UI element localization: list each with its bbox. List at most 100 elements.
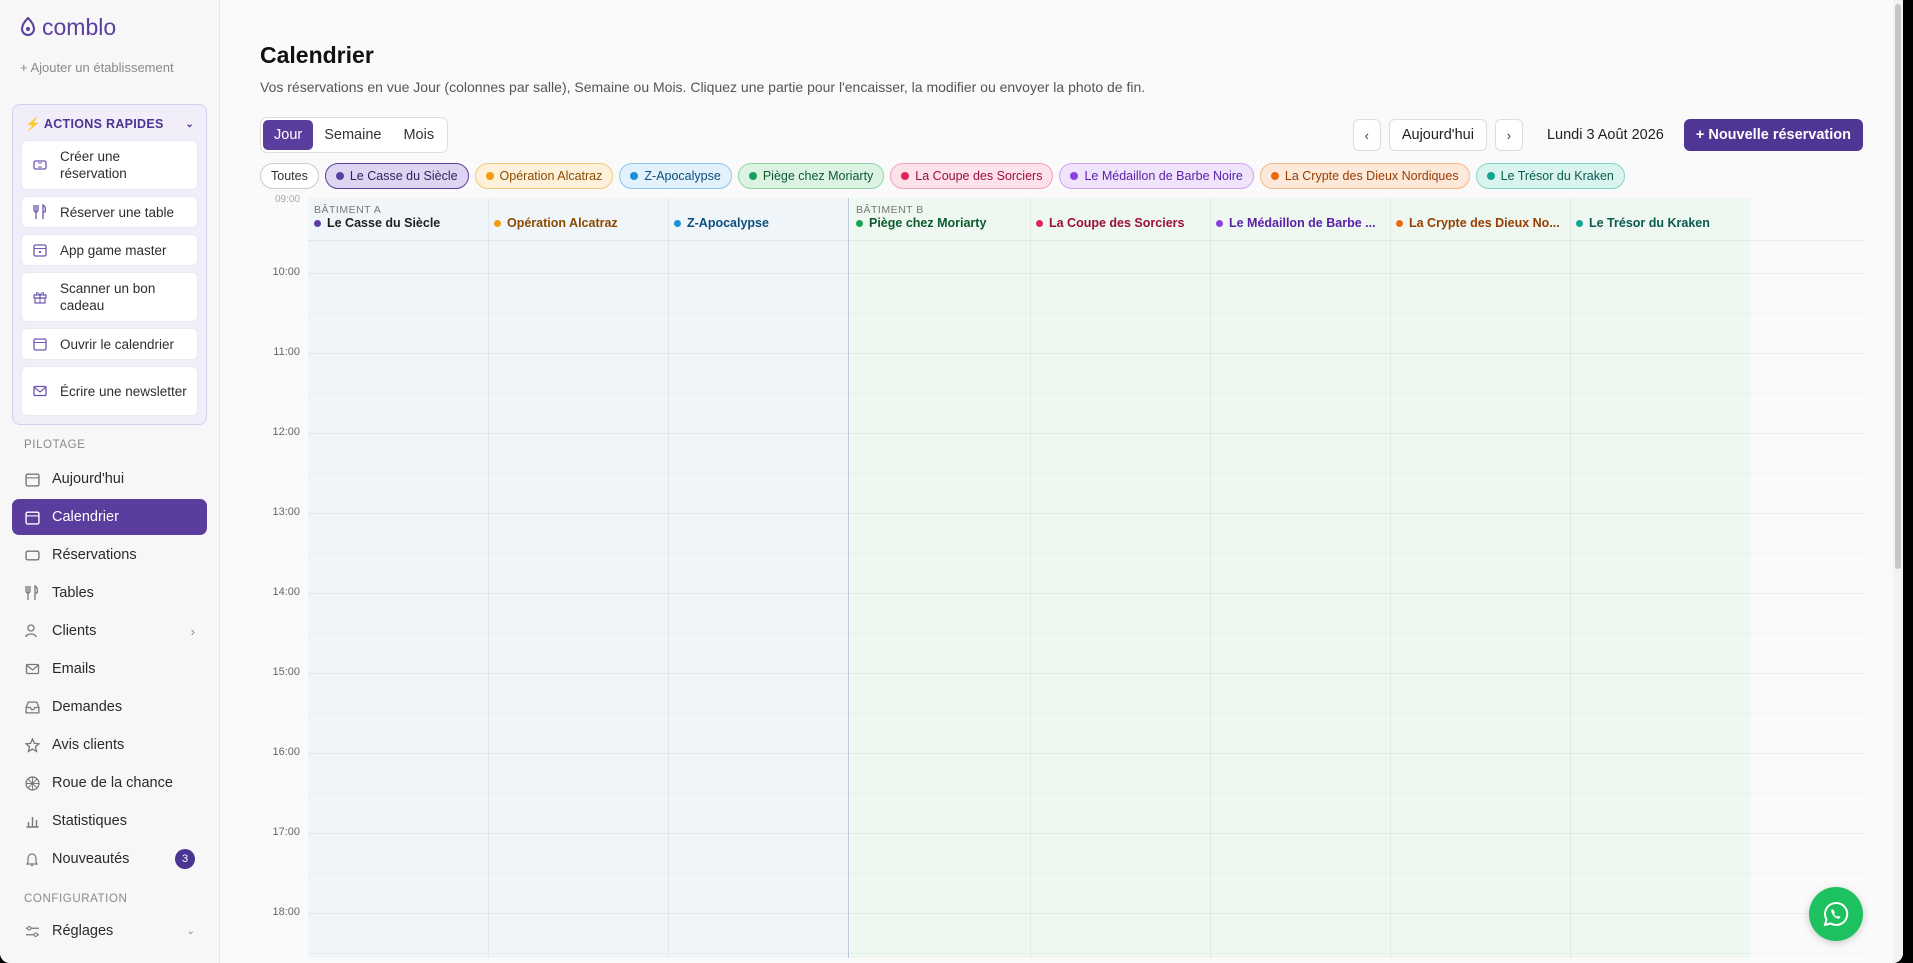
room-column-divider [1210, 198, 1211, 958]
room-column-header[interactable]: Le Médaillon de Barbe ... [1216, 216, 1386, 230]
room-column-label: Le Trésor du Kraken [1589, 216, 1710, 230]
filter-chip-room[interactable]: La Crypte des Dieux Nordiques [1259, 163, 1470, 189]
quick-action-scan-gift[interactable]: Scanner un bon cadeau [21, 272, 198, 322]
room-column-label: Piège chez Moriarty [869, 216, 987, 230]
page-scrollbar[interactable] [1893, 0, 1903, 963]
room-column-header[interactable]: Piège chez Moriarty [856, 216, 1026, 230]
room-column-divider [668, 198, 669, 958]
nav-item-reservations[interactable]: Réservations [12, 537, 207, 573]
hour-label: 12:00 [272, 426, 300, 438]
hour-label: 17:00 [272, 826, 300, 838]
bell-icon [24, 851, 40, 867]
room-color-dot [494, 219, 501, 227]
whatsapp-chat-button[interactable] [1809, 887, 1863, 941]
view-tab-month[interactable]: Mois [392, 120, 445, 150]
filter-chip-room[interactable]: Le Casse du Siècle [324, 163, 469, 189]
half-hour-gridline [308, 633, 1863, 634]
filter-chip-room[interactable]: La Coupe des Sorciers [890, 163, 1054, 189]
bar-chart-icon [24, 813, 40, 829]
filter-chip-room[interactable]: Piège chez Moriarty [737, 163, 885, 189]
room-column-divider [1390, 198, 1391, 958]
brand-logo[interactable]: comblo [12, 0, 207, 54]
half-hour-gridline [308, 953, 1863, 954]
nav-item-reviews[interactable]: Avis clients [12, 727, 207, 763]
room-color-dot [1216, 219, 1223, 227]
hour-label: 14:00 [272, 586, 300, 598]
ticket-icon [32, 157, 48, 173]
filter-chip-room[interactable]: Opération Alcatraz [474, 163, 614, 189]
room-color-dot [1486, 172, 1495, 180]
half-hour-gridline [308, 713, 1863, 714]
room-column-label: Z-Apocalypse [687, 216, 769, 230]
chevron-down-icon: ⌄ [186, 925, 195, 937]
room-column-header[interactable]: Le Trésor du Kraken [1576, 216, 1746, 230]
room-column-header[interactable]: Opération Alcatraz [494, 216, 664, 230]
nav-label: Clients [52, 623, 97, 639]
nav-label: Réservations [52, 547, 137, 563]
nav-item-requests[interactable]: Demandes [12, 689, 207, 725]
nav-item-tables[interactable]: Tables [12, 575, 207, 611]
quick-action-label: Créer une réservation [60, 149, 127, 181]
hour-label: 13:00 [272, 506, 300, 518]
hour-label: 10:00 [272, 266, 300, 278]
building-a-column-group: BÂTIMENT A Le Casse du Siècle Opération A… [308, 198, 849, 958]
hour-label: 11:00 [273, 346, 300, 358]
quick-action-open-calendar[interactable]: Ouvrir le calendrier [21, 328, 198, 360]
nav-item-clients[interactable]: Clients › [12, 613, 207, 649]
quick-action-game-master[interactable]: App game master [21, 234, 198, 266]
scrollbar-thumb[interactable] [1895, 4, 1901, 569]
nav-item-wheel[interactable]: Roue de la chance [12, 765, 207, 801]
filter-chip-all[interactable]: Toutes [260, 163, 319, 189]
prev-day-button[interactable]: ‹ [1352, 119, 1381, 151]
room-column-divider [1570, 198, 1571, 958]
quick-actions-header[interactable]: ⚡ ACTIONS RAPIDES ⌄ [21, 113, 198, 135]
room-column-header[interactable]: La Crypte des Dieux No... [1396, 216, 1566, 230]
half-hour-gridline [308, 793, 1863, 794]
room-column-label: La Coupe des Sorciers [1049, 216, 1185, 230]
new-reservation-button[interactable]: + Nouvelle réservation [1683, 119, 1863, 151]
today-button[interactable]: Aujourd'hui [1388, 119, 1487, 151]
section-title-pilotage: PILOTAGE [24, 439, 86, 451]
calendar-icon [24, 471, 40, 487]
room-column-header[interactable]: Z-Apocalypse [674, 216, 844, 230]
section-title-config: CONFIGURATION [24, 893, 128, 905]
quick-action-newsletter[interactable]: Écrire une newsletter [21, 366, 198, 416]
hour-gridline [308, 513, 1863, 514]
hour-gridline [308, 273, 1863, 274]
nav-item-news[interactable]: Nouveautés 3 [12, 841, 207, 877]
filter-chip-room[interactable]: Z-Apocalypse [619, 163, 732, 189]
date-navigation: ‹ Aujourd'hui › Lundi 3 Août 2026 + Nouv… [1352, 119, 1863, 151]
room-column-header[interactable]: La Coupe des Sorciers [1036, 216, 1206, 230]
calendar-toolbar: Jour Semaine Mois ‹ Aujourd'hui › Lundi … [260, 117, 1863, 153]
news-count-badge: 3 [175, 849, 195, 869]
quick-action-book-table[interactable]: Réserver une table [21, 196, 198, 228]
nav-item-emails[interactable]: Emails [12, 651, 207, 687]
add-establishment-link[interactable]: + Ajouter un établissement [12, 54, 207, 82]
room-column-divider [488, 198, 489, 958]
quick-action-label: Réserver une table [60, 204, 175, 220]
next-day-button[interactable]: › [1494, 119, 1523, 151]
nav-label: Nouveautés [52, 851, 130, 867]
filter-chip-room[interactable]: Le Trésor du Kraken [1475, 163, 1625, 189]
header-divider [308, 240, 1863, 241]
room-column-label: Le Casse du Siècle [327, 216, 441, 230]
filter-chip-room[interactable]: Le Médaillon de Barbe Noire [1059, 163, 1254, 189]
whatsapp-icon [1823, 901, 1849, 927]
mail-icon [32, 383, 48, 399]
half-hour-gridline [308, 873, 1863, 874]
view-tab-day[interactable]: Jour [263, 120, 314, 150]
nav-label: Avis clients [52, 737, 125, 753]
nav-item-today[interactable]: Aujourd'hui [12, 461, 207, 497]
building-a-label: BÂTIMENT A [314, 204, 382, 216]
quick-action-label: Écrire une newsletter [60, 383, 187, 399]
nav-item-calendar[interactable]: Calendrier [12, 499, 207, 535]
utensils-icon [32, 204, 48, 220]
view-tab-week[interactable]: Semaine [313, 120, 392, 150]
quick-action-create-booking[interactable]: Créer une réservation [21, 140, 198, 190]
hour-gridline [308, 353, 1863, 354]
nav-item-stats[interactable]: Statistiques [12, 803, 207, 839]
hour-gridline [308, 753, 1863, 754]
page-title: Calendrier [260, 42, 374, 68]
room-column-header[interactable]: Le Casse du Siècle [314, 216, 484, 230]
nav-item-settings[interactable]: Réglages ⌄ [12, 913, 207, 949]
